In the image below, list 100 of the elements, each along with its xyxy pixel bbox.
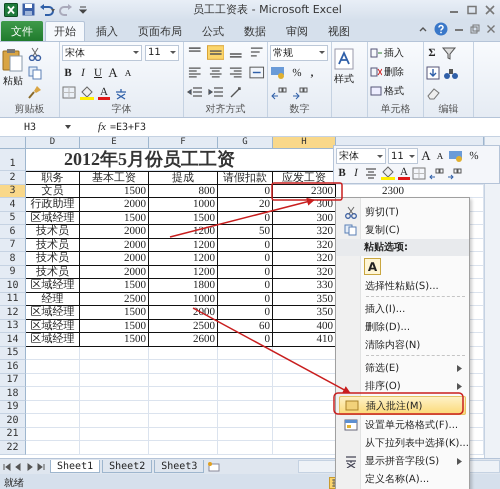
align-right-icon[interactable] [227, 65, 244, 80]
shrink-font-button[interactable]: A [122, 64, 134, 80]
menu-item[interactable]: 选择性粘贴(S)... [338, 277, 467, 295]
name-box[interactable]: H3 [0, 122, 60, 132]
shrink-font-button[interactable]: A [434, 148, 446, 164]
copy-icon[interactable] [28, 66, 44, 80]
column-header[interactable]: H [273, 137, 336, 149]
fill-bucket-icon[interactable] [79, 86, 95, 100]
eraser-icon[interactable] [426, 86, 442, 100]
ribbon-tab[interactable]: 数据 [235, 21, 275, 41]
row-header[interactable]: 21 [0, 428, 26, 441]
bold-button[interactable]: B [336, 165, 348, 181]
menu-item[interactable]: 复制(C) [338, 221, 467, 239]
menu-item[interactable]: 排序(O) [338, 377, 467, 395]
align-middle-icon[interactable] [206, 45, 224, 60]
ribbon-tab[interactable]: 插入 [87, 21, 127, 41]
format-cells-button[interactable]: 格式 [370, 82, 421, 99]
bold-button[interactable]: B [62, 64, 74, 80]
font-name-field[interactable]: 宋体 [336, 148, 386, 164]
column-header[interactable]: E [80, 137, 149, 149]
row-header[interactable]: 16 [0, 360, 26, 374]
fill-bucket-icon[interactable] [380, 166, 396, 180]
font-color-button[interactable]: A [398, 166, 410, 180]
menu-item[interactable]: 设置单元格格式(F)... [338, 416, 467, 434]
row-header[interactable]: 18 [0, 387, 26, 400]
close-icon[interactable] [486, 24, 496, 34]
restore-icon[interactable] [466, 4, 478, 14]
increase-decimal-icon[interactable] [270, 86, 288, 100]
row-header[interactable]: 1 [0, 149, 26, 171]
row-header[interactable]: 8 [0, 252, 26, 266]
decrease-decimal-icon[interactable] [291, 86, 309, 100]
font-size-field[interactable]: 11 [145, 44, 179, 60]
row-header[interactable]: 6 [0, 225, 26, 238]
font-name-field[interactable]: 宋体 [62, 44, 142, 60]
menu-item[interactable]: 从下拉列表中选择(K)... [338, 434, 467, 452]
italic-button[interactable]: I [77, 64, 89, 80]
border-icon[interactable] [412, 166, 426, 180]
sort-filter-icon[interactable] [441, 46, 457, 60]
file-tab[interactable]: 文件 [1, 21, 43, 41]
font-size-field[interactable]: 11 [388, 148, 418, 164]
ribbon-tab[interactable]: 视图 [319, 21, 359, 41]
menu-item[interactable]: 显示拼音字段(S) [338, 452, 467, 470]
row-header[interactable]: 12 [0, 306, 26, 320]
dropdown-icon[interactable] [64, 123, 72, 131]
italic-button[interactable]: I [350, 165, 362, 181]
number-format-field[interactable]: 常规 [270, 44, 328, 60]
row-header[interactable]: 4 [0, 198, 26, 212]
ribbon-tab[interactable]: 页面布局 [129, 21, 191, 41]
column-header[interactable]: G [218, 137, 273, 149]
paste-button[interactable]: 粘贴 [2, 44, 24, 104]
autosum-button[interactable]: Σ [426, 44, 438, 60]
menu-item[interactable]: 剪切(T) [338, 203, 467, 221]
restore-icon[interactable] [470, 24, 480, 34]
row-header[interactable]: 22 [0, 441, 26, 454]
styles-button[interactable]: 样式 [334, 44, 354, 116]
align-center-icon[interactable] [364, 166, 378, 180]
increase-decimal-icon[interactable] [428, 166, 444, 180]
menu-item[interactable]: 定义名称(A)... [338, 470, 467, 488]
paste-option-button[interactable]: A [364, 258, 381, 275]
brush-icon[interactable] [28, 85, 42, 99]
percent-button[interactable]: % [468, 148, 480, 164]
row-header[interactable]: 14 [0, 333, 26, 346]
underline-button[interactable]: U [92, 64, 104, 80]
row-header[interactable]: 5 [0, 212, 26, 225]
row-header[interactable]: 3 [0, 184, 26, 198]
ribbon-tab[interactable]: 公式 [193, 21, 233, 41]
sheet-tab[interactable]: Sheet2 [102, 460, 152, 473]
sheet-tab[interactable]: Sheet3 [154, 460, 204, 473]
percent-button[interactable]: % [291, 64, 303, 80]
align-left-icon[interactable] [186, 65, 204, 80]
close-icon[interactable] [484, 4, 496, 14]
help-icon[interactable] [434, 22, 448, 36]
row-header[interactable]: 19 [0, 400, 26, 414]
column-header[interactable]: F [149, 137, 218, 149]
border-icon[interactable] [62, 86, 76, 99]
comma-button[interactable]: , [306, 64, 318, 80]
ribbon-tab[interactable]: 审阅 [277, 21, 317, 41]
sheet-tab[interactable]: Sheet1 [50, 460, 100, 473]
row-header[interactable]: 17 [0, 374, 26, 387]
menu-item[interactable]: 筛选(E) [338, 359, 467, 377]
insert-function-button[interactable]: fx [98, 121, 106, 133]
ribbon-tab[interactable]: 开始 [45, 21, 85, 41]
row-header[interactable]: 7 [0, 238, 26, 252]
save-icon[interactable] [22, 3, 35, 16]
new-sheet-icon[interactable] [206, 461, 222, 472]
row-header[interactable]: 2 [0, 171, 26, 184]
row-header[interactable]: 15 [0, 346, 26, 360]
row-header[interactable]: 13 [0, 320, 26, 333]
undo-icon[interactable] [39, 4, 55, 16]
column-header[interactable]: D [26, 137, 80, 149]
grow-font-button[interactable]: A [107, 64, 119, 80]
delete-cells-button[interactable]: 删除 [370, 63, 421, 80]
row-header[interactable]: 10 [0, 279, 26, 292]
decrease-decimal-icon[interactable] [446, 166, 462, 180]
customize-icon[interactable] [79, 4, 87, 16]
fill-down-icon[interactable] [426, 66, 440, 80]
merge-icon[interactable] [248, 65, 265, 80]
menu-item[interactable]: 删除(D)... [338, 318, 467, 336]
menu-item[interactable]: 插入批注(M) [339, 396, 466, 415]
row-header[interactable]: 20 [0, 414, 26, 428]
